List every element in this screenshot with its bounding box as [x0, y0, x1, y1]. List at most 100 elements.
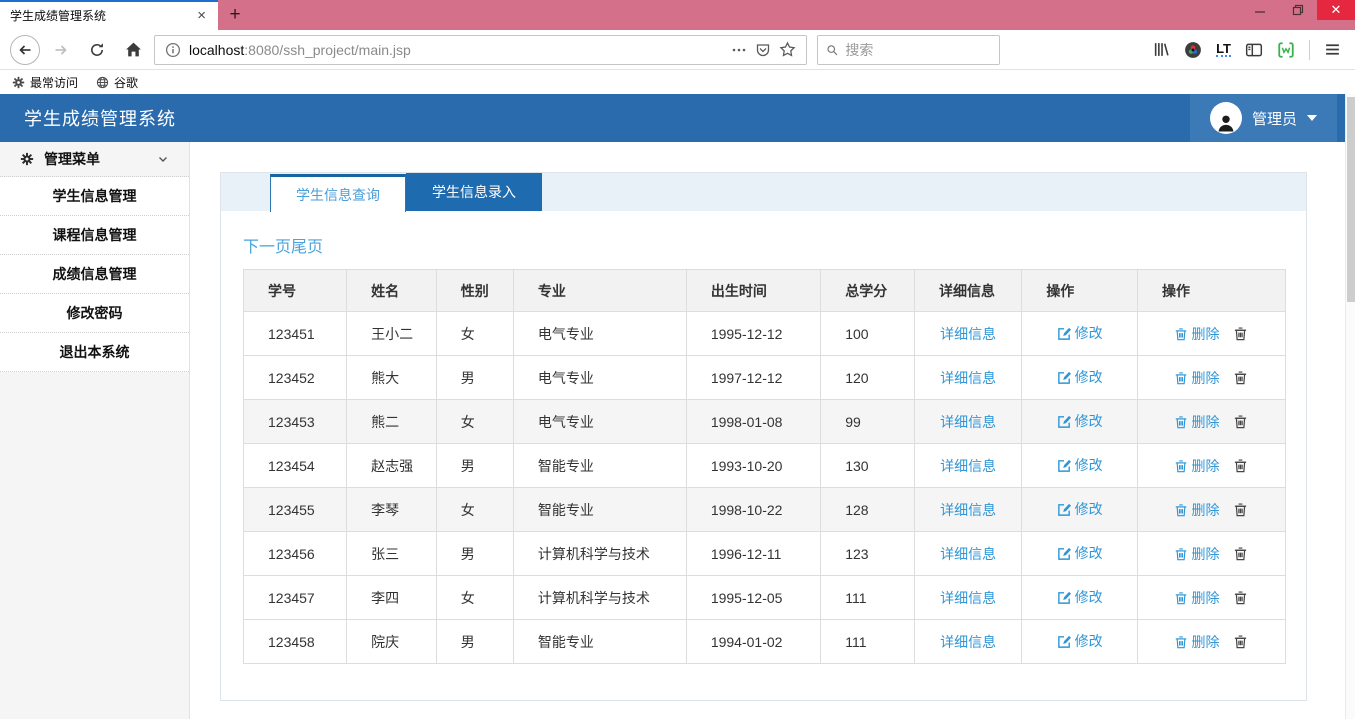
cell-major: 智能专业	[513, 488, 686, 532]
delete-link[interactable]: 删除	[1174, 456, 1219, 476]
detail-link[interactable]: 详细信息	[940, 456, 996, 476]
delete-link[interactable]: 删除	[1174, 544, 1219, 564]
delete-link[interactable]: 删除	[1174, 500, 1219, 520]
trash-button[interactable]	[1233, 414, 1248, 429]
sidebar-item-logout[interactable]: 退出本系统	[0, 333, 189, 372]
edit-link[interactable]: 修改	[1057, 367, 1103, 387]
user-name: 管理员	[1252, 108, 1297, 129]
edit-label: 修改	[1075, 367, 1103, 387]
bookmark-google[interactable]: 谷歌	[96, 74, 138, 91]
restore-button[interactable]	[1279, 0, 1317, 20]
main-content: 学生信息查询 学生信息录入 下一页尾页 学号 姓名 性别 专业	[190, 142, 1355, 719]
extension-lt-icon[interactable]: LT	[1216, 42, 1231, 58]
url-host: localhost	[189, 42, 244, 58]
menu-icon[interactable]	[1324, 41, 1341, 58]
detail-link[interactable]: 详细信息	[940, 632, 996, 652]
sidebar-item-change-password[interactable]: 修改密码	[0, 294, 189, 333]
pocket-save-icon[interactable]	[755, 42, 771, 58]
minimize-icon	[1254, 4, 1266, 16]
delete-link[interactable]: 删除	[1174, 588, 1219, 608]
trash-button[interactable]	[1233, 326, 1248, 341]
table-row: 123453 熊二 女 电气专业 1998-01-08 99 详细信息 修改 删…	[244, 400, 1286, 444]
delete-link[interactable]: 删除	[1174, 368, 1219, 388]
edit-icon	[1057, 546, 1072, 561]
window-controls: ✕	[1241, 0, 1355, 20]
trash-button[interactable]	[1233, 458, 1248, 473]
extension-colorwheel-icon[interactable]	[1184, 41, 1202, 59]
cell-name: 李琴	[347, 488, 437, 532]
url-bar[interactable]: localhost:8080/ssh_project/main.jsp	[154, 35, 807, 65]
cell-birth-date: 1998-10-22	[686, 488, 820, 532]
edit-link[interactable]: 修改	[1057, 499, 1103, 519]
close-icon: ✕	[1331, 2, 1342, 18]
restore-icon	[1292, 4, 1304, 16]
edit-link[interactable]: 修改	[1057, 411, 1103, 431]
cell-major: 计算机科学与技术	[513, 576, 686, 620]
trash-icon	[1174, 459, 1188, 473]
library-icon[interactable]	[1153, 41, 1170, 58]
site-info-icon[interactable]	[165, 42, 181, 58]
trash-button[interactable]	[1233, 634, 1248, 649]
reload-button[interactable]	[82, 35, 112, 65]
minimize-button[interactable]	[1241, 0, 1279, 20]
delete-link[interactable]: 删除	[1174, 412, 1219, 432]
edit-link[interactable]: 修改	[1057, 455, 1103, 475]
edit-link[interactable]: 修改	[1057, 587, 1103, 607]
bookmark-most-visited[interactable]: 最常访问	[12, 74, 78, 91]
detail-link[interactable]: 详细信息	[940, 588, 996, 608]
gear-icon	[12, 76, 25, 89]
search-bar[interactable]	[817, 35, 1000, 65]
page-actions-icon[interactable]	[731, 42, 747, 58]
scrollbar-thumb[interactable]	[1347, 97, 1355, 302]
cell-student-id: 123455	[244, 488, 347, 532]
url-text[interactable]: localhost:8080/ssh_project/main.jsp	[189, 42, 723, 58]
close-button[interactable]: ✕	[1317, 0, 1355, 20]
url-path: :8080/ssh_project/main.jsp	[244, 42, 411, 58]
detail-link[interactable]: 详细信息	[940, 324, 996, 344]
detail-link[interactable]: 详细信息	[940, 544, 996, 564]
tab-student-query[interactable]: 学生信息查询	[270, 174, 406, 212]
browser-tab[interactable]: 学生成绩管理系统 ×	[0, 0, 218, 30]
new-tab-button[interactable]: +	[218, 0, 252, 30]
detail-link[interactable]: 详细信息	[940, 412, 996, 432]
sidebar-item-student-info[interactable]: 学生信息管理	[0, 177, 189, 216]
forward-button[interactable]	[46, 35, 76, 65]
search-input[interactable]	[845, 42, 991, 58]
table-row: 123454 赵志强 男 智能专业 1993-10-20 130 详细信息 修改…	[244, 444, 1286, 488]
cell-birth-date: 1996-12-11	[686, 532, 820, 576]
browser-navbar: localhost:8080/ssh_project/main.jsp LT	[0, 30, 1355, 70]
next-page-link[interactable]: 下一页	[243, 239, 291, 256]
sidebars-icon[interactable]	[1245, 41, 1263, 59]
col-header-name: 姓名	[347, 270, 437, 312]
edit-icon	[1057, 370, 1072, 385]
cell-total-credits: 120	[821, 356, 915, 400]
user-menu[interactable]: 管理员	[1190, 94, 1337, 142]
last-page-link[interactable]: 尾页	[291, 239, 323, 256]
toolbar-icons: LT	[1153, 40, 1345, 60]
home-button[interactable]	[118, 35, 148, 65]
edit-link[interactable]: 修改	[1057, 323, 1103, 343]
sidebar-menu-header[interactable]: 管理菜单	[0, 142, 189, 177]
back-button[interactable]	[10, 35, 40, 65]
app-header: 学生成绩管理系统 管理员	[0, 94, 1355, 142]
edit-link[interactable]: 修改	[1057, 631, 1103, 651]
trash-button[interactable]	[1233, 370, 1248, 385]
trash-button[interactable]	[1233, 546, 1248, 561]
edit-link[interactable]: 修改	[1057, 543, 1103, 563]
trash-button[interactable]	[1233, 502, 1248, 517]
table-row: 123452 熊大 男 电气专业 1997-12-12 120 详细信息 修改 …	[244, 356, 1286, 400]
tab-student-entry[interactable]: 学生信息录入	[406, 173, 542, 211]
sidebar-item-grade-info[interactable]: 成绩信息管理	[0, 255, 189, 294]
detail-link[interactable]: 详细信息	[940, 500, 996, 520]
extension-green-icon[interactable]	[1277, 41, 1295, 59]
trash-icon	[1233, 414, 1248, 429]
detail-link[interactable]: 详细信息	[940, 368, 996, 388]
bookmark-star-icon[interactable]	[779, 41, 796, 58]
delete-link[interactable]: 删除	[1174, 632, 1219, 652]
sidebar-item-course-info[interactable]: 课程信息管理	[0, 216, 189, 255]
page-scrollbar[interactable]	[1345, 94, 1355, 719]
sidebar-menu-title: 管理菜单	[44, 149, 100, 169]
trash-button[interactable]	[1233, 590, 1248, 605]
delete-link[interactable]: 删除	[1174, 324, 1219, 344]
tab-close-icon[interactable]: ×	[193, 7, 210, 24]
